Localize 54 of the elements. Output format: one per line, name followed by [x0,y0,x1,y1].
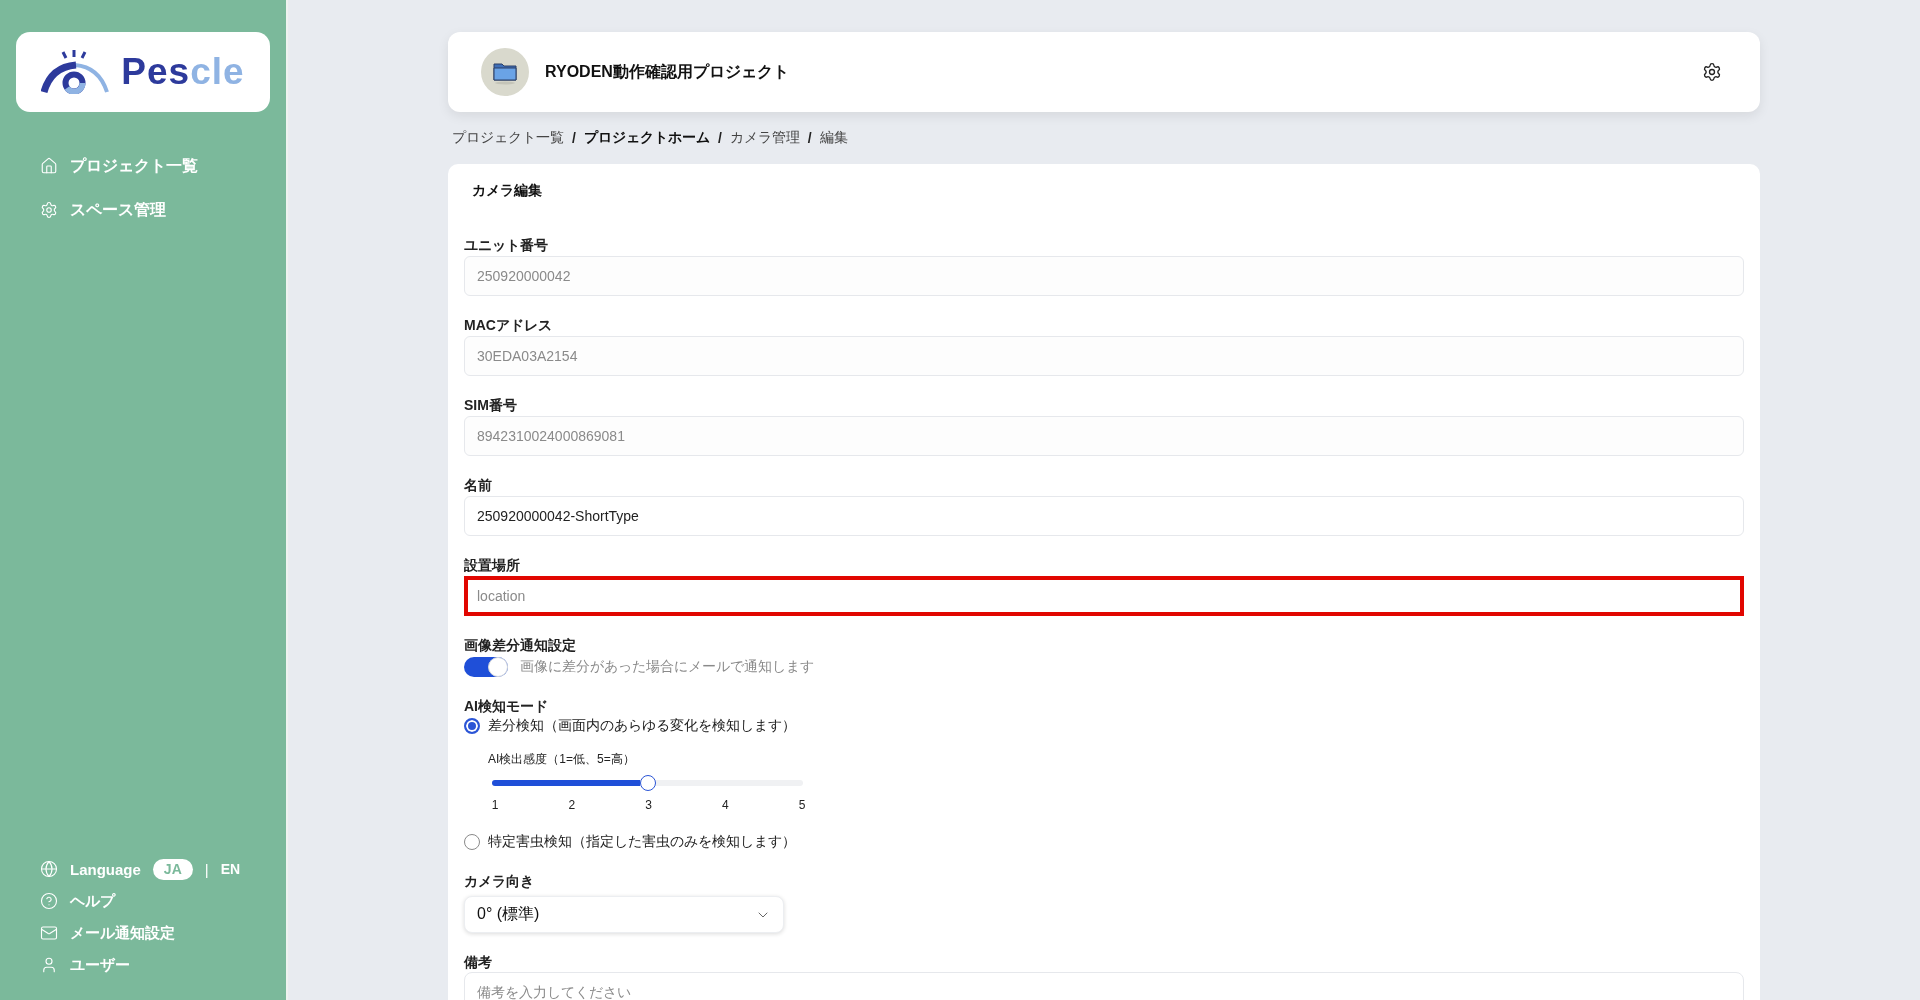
radio-button[interactable] [464,718,480,734]
breadcrumb-separator: / [717,130,722,146]
language-label: Language [70,860,141,878]
field-label: MACアドレス [464,316,552,335]
folder-icon [481,48,529,96]
text-input[interactable]: location [464,576,1744,616]
eye-logo-icon [41,50,110,94]
form-title: カメラ編集 [472,181,542,200]
slider-label: AI検出感度（1=低、5=高） [488,752,635,766]
sidebar-link[interactable]: メール通知設定 [16,917,175,949]
radio-label: 差分検知（画面内のあらゆる変化を検知します） [488,717,796,735]
toggle-switch[interactable] [464,657,508,677]
nav-item[interactable]: プロジェクト一覧 [16,148,198,184]
breadcrumb-separator: / [572,130,576,146]
radio-button[interactable] [464,834,480,850]
slider-tick-label: 2 [567,798,576,812]
settings-icon[interactable] [1702,62,1722,82]
logo-wordmark: Pescle [121,50,245,94]
breadcrumb-current: 編集 [819,129,848,147]
field-label: 設置場所 [464,556,520,575]
breadcrumb-link[interactable]: プロジェクトホーム [583,129,710,147]
home-icon [40,157,58,175]
slider-tick-label: 5 [798,798,806,812]
field-label: AI検知モード [464,697,548,716]
field-label: カメラ向き [464,872,534,891]
sidebar-link[interactable]: ヘルプ [16,885,115,917]
field-label: 備考 [464,953,492,972]
field-label: 名前 [464,476,492,495]
toggle-description: 画像に差分があった場合にメールで通知します [520,658,814,676]
breadcrumb-link[interactable]: カメラ管理 [729,129,800,147]
language-option[interactable]: JA [152,858,193,880]
text-input[interactable]: 250920000042-ShortType [464,496,1744,536]
nav-item[interactable]: スペース管理 [16,192,166,228]
slider-tick-label: 4 [721,798,730,812]
field-label: 画像差分通知設定 [464,636,576,655]
mail-icon [40,924,58,942]
globe-icon [40,860,58,878]
language-separator: | [204,860,209,878]
dropdown-select[interactable]: 0° (標準) [464,896,784,933]
language-option[interactable]: EN [220,858,241,880]
breadcrumb-separator: / [807,130,812,146]
project-title: RYODEN動作確認用プロジェクト [545,61,789,82]
slider-tick-label: 3 [644,798,653,812]
slider-tick-label: 1 [491,798,499,812]
settings-icon [40,201,58,219]
field-label: ユニット番号 [464,236,548,255]
radio-label: 特定害虫検知（指定した害虫のみを検知します） [488,833,796,851]
breadcrumb-link[interactable]: プロジェクト一覧 [452,129,564,147]
notes-textarea[interactable]: 備考を入力してください [464,972,1744,1000]
user-icon [40,956,58,974]
field-label: SIM番号 [464,396,517,415]
slider-thumb[interactable] [639,775,656,791]
help-icon [40,892,58,910]
sidebar-link[interactable]: ユーザー [16,949,130,981]
